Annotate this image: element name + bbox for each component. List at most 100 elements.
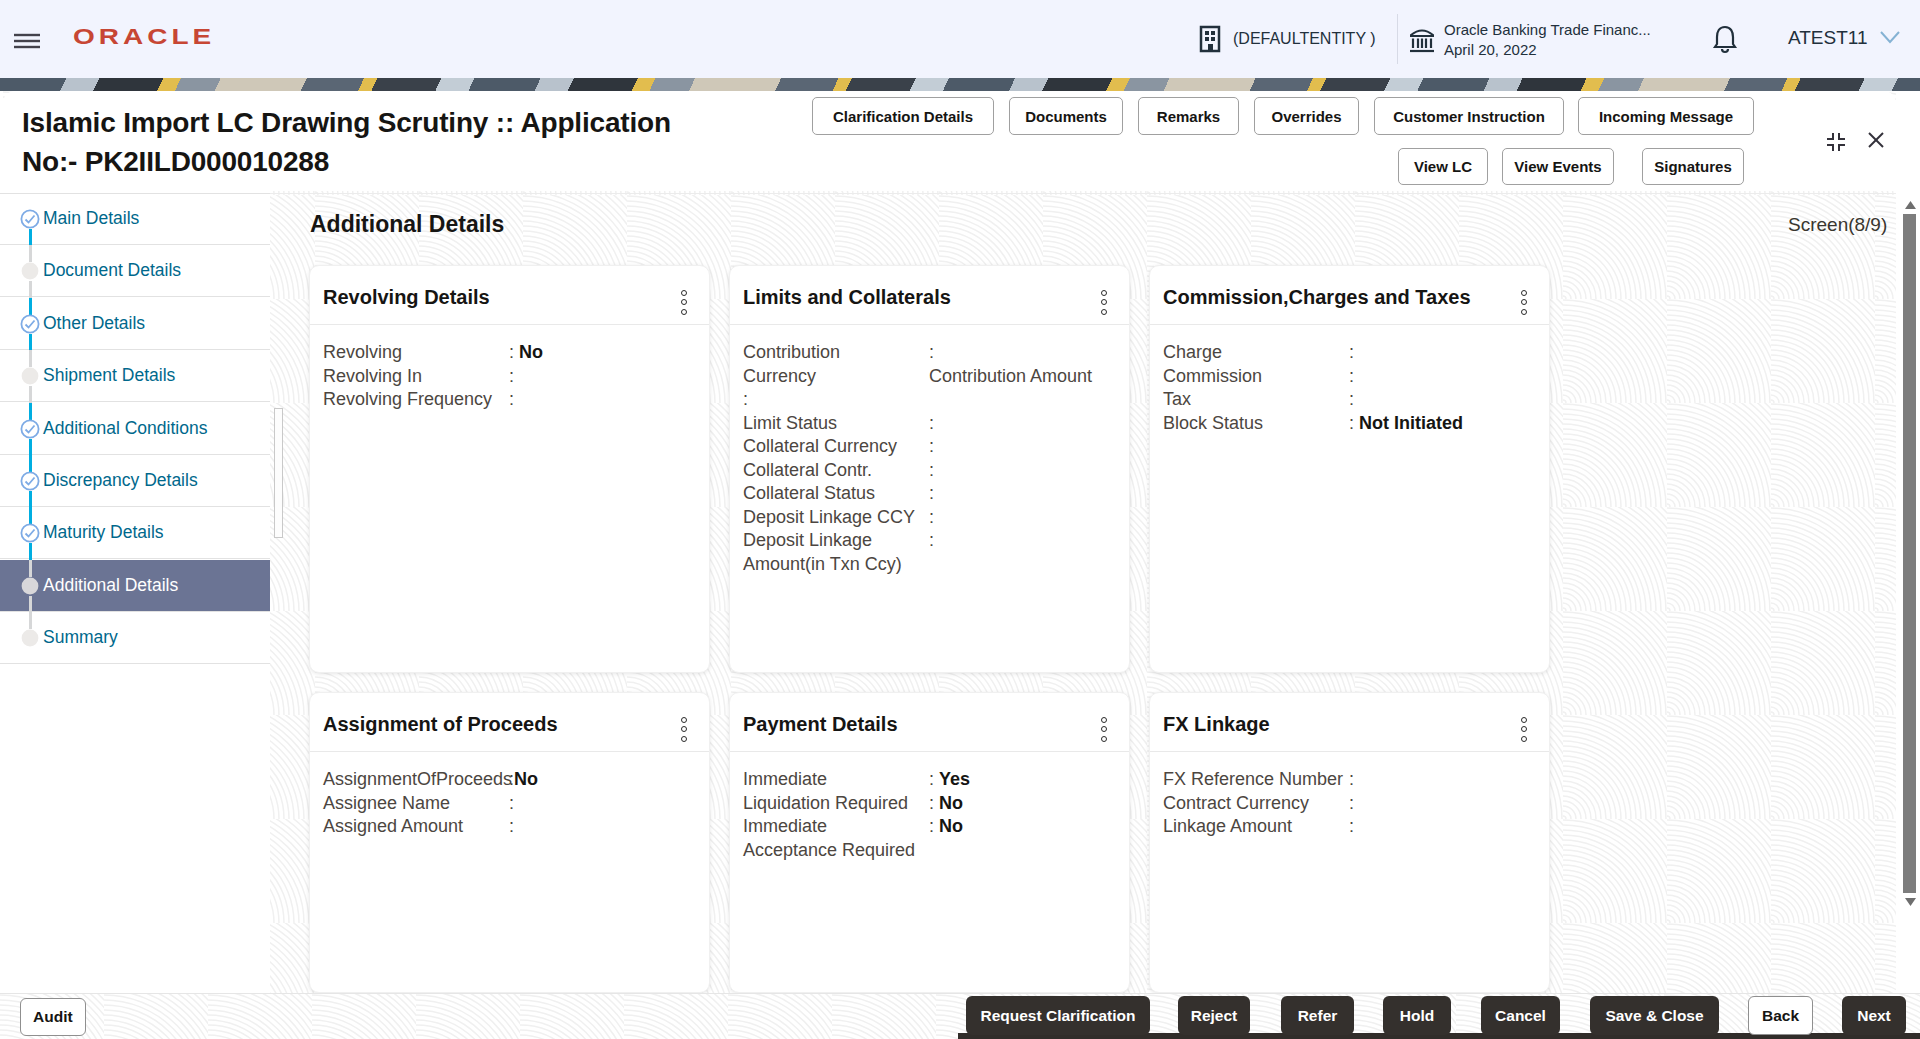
action-button-cancel[interactable]: Cancel [1481,996,1560,1035]
field-row: Linkage Amount: [1163,815,1536,839]
field-label: Contract Currency [1163,792,1349,816]
field-row: Liquidation Required: No [743,792,1116,816]
card-menu-icon[interactable] [1521,290,1529,318]
card-menu-icon[interactable] [1101,290,1109,318]
field-label: Currency [743,365,929,389]
user-menu[interactable]: ATEST11 [1788,27,1901,49]
card-title: Payment Details [730,693,1129,751]
entity-building-icon [1198,25,1224,53]
field-label: : [743,388,929,412]
sidebar-item-main-details[interactable]: Main Details [0,193,270,245]
field-value: : [1349,341,1354,365]
collapse-icon[interactable] [1823,129,1849,155]
card-menu-icon[interactable] [681,717,689,745]
field-row: Assignee Name: [323,792,696,816]
header-button-view-events[interactable]: View Events [1502,148,1614,185]
card-commission-charges-and-taxes: Commission,Charges and TaxesCharge:Commi… [1149,265,1550,673]
action-button-request-clarification[interactable]: Request Clarification [966,996,1150,1035]
field-row: Collateral Status: [743,482,1116,506]
step-sidebar: Main DetailsDocument DetailsOther Detail… [0,191,270,993]
field-value: Contribution Amount [929,365,1092,389]
audit-button[interactable]: Audit [20,998,86,1036]
card-assignment-of-proceeds: Assignment of Proceeds AssignmentOfProcee… [309,692,710,993]
sidebar-item-discrepancy-details[interactable]: Discrepancy Details [0,455,270,507]
card-title: Assignment of Proceeds [310,693,709,751]
user-name: ATEST11 [1788,27,1868,48]
app-date: April 20, 2022 [1444,41,1537,58]
step-done-icon [20,419,40,439]
field-label: Block Status [1163,412,1349,436]
field-label: Revolving Frequency [323,388,509,412]
sidebar-item-shipment-details[interactable]: Shipment Details [0,350,270,402]
field-row: Charge: [1163,341,1536,365]
step-done-icon [20,471,40,491]
field-label: Deposit Linkage Amount(in Txn Ccy) [743,529,929,576]
main-scrollbar[interactable] [1901,195,1917,910]
decorative-banner [0,78,1920,91]
field-value: : [1349,388,1354,412]
step-done-icon [20,314,40,334]
hamburger-menu-icon[interactable] [14,33,42,51]
close-icon[interactable] [1867,131,1885,149]
field-value: : [509,815,514,839]
top-bar: ORACLE (DEFAULTENTITY ) Oracle Banking T… [0,0,1920,78]
oracle-logo: ORACLE [73,23,215,49]
header-button-view-lc[interactable]: View LC [1398,148,1488,185]
card-payment-details: Payment DetailsImmediate: YesLiquidation… [729,692,1130,993]
scrollbar-down-arrow[interactable] [1905,898,1916,906]
field-label: Deposit Linkage CCY [743,506,929,530]
scrollbar-up-arrow[interactable] [1905,201,1916,209]
field-value: : [509,792,514,816]
action-button-reject[interactable]: Reject [1178,996,1250,1035]
field-label: Immediate [743,768,929,792]
field-label: Immediate [743,815,929,839]
notification-bell-icon[interactable] [1712,24,1738,54]
sidebar-item-other-details[interactable]: Other Details [0,298,270,350]
sidebar-item-additional-details[interactable]: Additional Details [0,560,270,612]
screen-indicator: Screen(8/9) [1788,214,1887,236]
app-name[interactable]: Oracle Banking Trade Financ... [1444,21,1651,38]
header-button-signatures[interactable]: Signatures [1642,148,1744,185]
field-label: Revolving In [323,365,509,389]
action-button-hold[interactable]: Hold [1383,996,1451,1035]
card-menu-icon[interactable] [1101,717,1109,745]
field-value: : [1349,792,1354,816]
field-value: : [929,435,934,459]
field-value: : Not Initiated [1349,412,1463,436]
card-menu-icon[interactable] [681,290,689,318]
field-row: : [743,388,1116,412]
header-button-customer-instruction[interactable]: Customer Instruction [1374,97,1564,135]
step-connector [29,229,32,246]
card-menu-icon[interactable] [1521,717,1529,745]
field-value: : [929,482,934,506]
header-button-remarks[interactable]: Remarks [1138,97,1239,135]
step-connector [29,455,32,472]
header-button-incoming-message[interactable]: Incoming Message [1578,97,1754,135]
header-button-clarification-details[interactable]: Clarification Details [812,97,994,135]
header-button-overrides[interactable]: Overrides [1254,97,1359,135]
field-value: : [929,412,934,436]
step-connector [29,403,32,420]
field-label: Revolving [323,341,509,365]
step-connector [29,596,32,613]
step-connector [29,491,32,508]
header-button-documents[interactable]: Documents [1009,97,1123,135]
action-button-next[interactable]: Next [1842,996,1906,1035]
field-label: Tax [1163,388,1349,412]
field-row: AssignmentOfProceeds:No [323,768,696,792]
action-button-refer[interactable]: Refer [1281,996,1354,1035]
step-pending-icon [20,628,40,648]
action-button-save-close[interactable]: Save & Close [1590,996,1719,1035]
action-button-back[interactable]: Back [1748,996,1813,1035]
card-title: FX Linkage [1150,693,1549,751]
field-value: :No [509,768,538,792]
field-row: Deposit Linkage CCY: [743,506,1116,530]
field-label: Assigned Amount [323,815,509,839]
sidebar-item-summary[interactable]: Summary [0,612,270,664]
entity-label[interactable]: (DEFAULTENTITY ) [1233,30,1376,48]
sidebar-item-additional-conditions[interactable]: Additional Conditions [0,403,270,455]
sidebar-item-document-details[interactable]: Document Details [0,245,270,297]
sidebar-item-maturity-details[interactable]: Maturity Details [0,507,270,559]
field-value: : [929,459,934,483]
scrollbar-thumb[interactable] [1903,214,1916,893]
